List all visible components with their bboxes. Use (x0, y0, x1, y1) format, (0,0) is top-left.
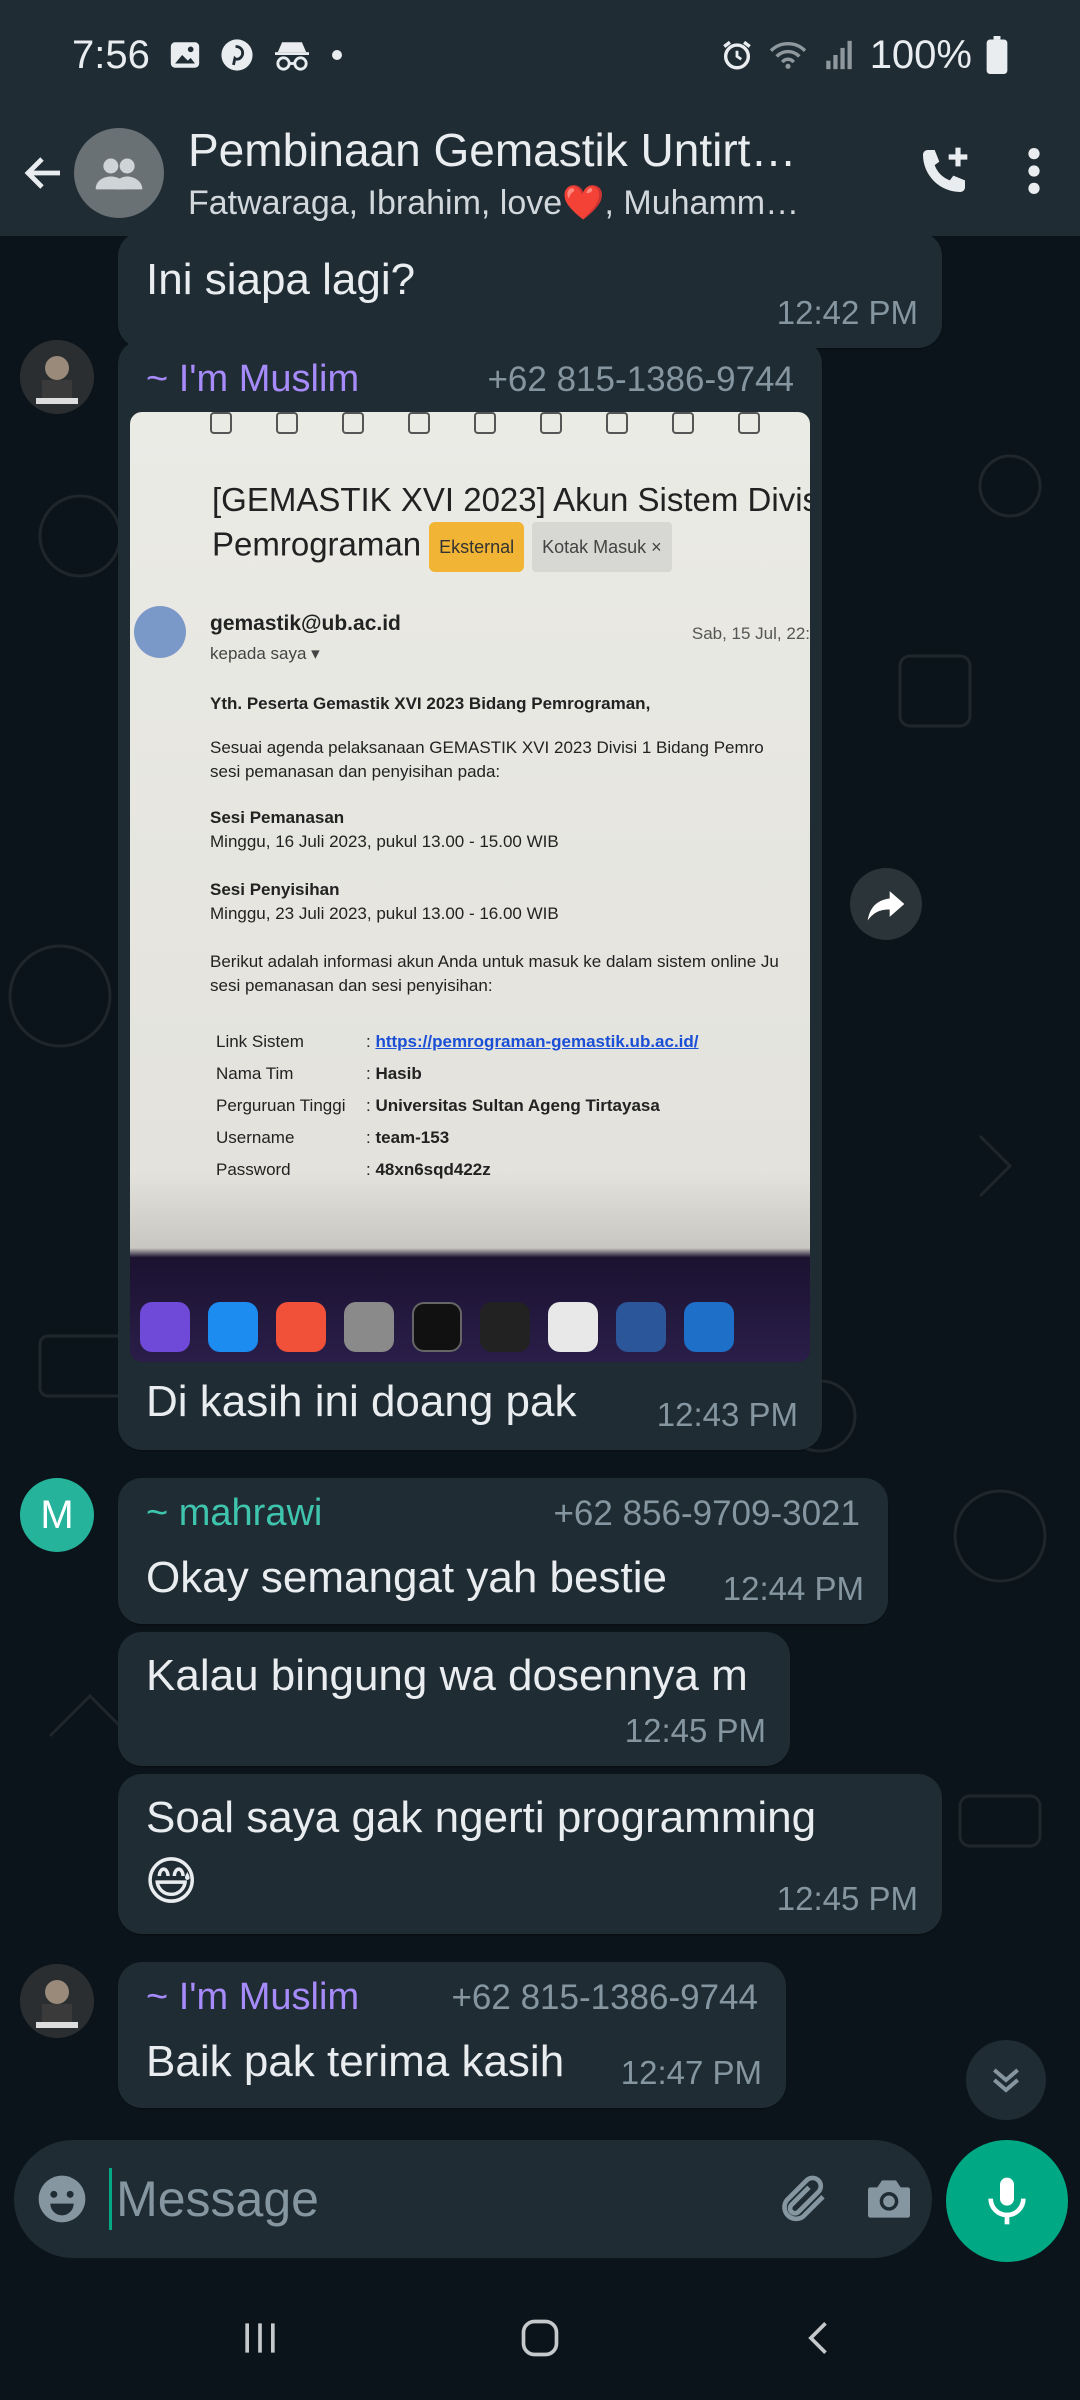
sender-avatar[interactable] (20, 1964, 94, 2038)
system-back-button[interactable] (760, 2288, 880, 2388)
group-title: Pembinaan Gemastik Untirt… (188, 124, 797, 176)
sender-phone: +62 856-9709-3021 (553, 1494, 860, 1533)
image-message-bubble[interactable]: ~ I'm Muslim +62 815-1386-9744 [GEMASTIK… (118, 340, 822, 1450)
message-time: 12:43 PM (656, 1396, 798, 1433)
camera-button[interactable] (846, 2171, 932, 2227)
scroll-to-bottom-button[interactable] (966, 2040, 1046, 2120)
macos-dock (130, 1292, 810, 1362)
message-composer (14, 2140, 932, 2258)
whatsapp-chat-screen: 7:56 100% Pembinaan Gemastik Untirt… Fat… (0, 0, 1080, 2400)
emoji-icon (38, 2175, 85, 2223)
message-text: Di kasih ini doang pak (146, 1377, 577, 1426)
chat-title-block[interactable]: Pembinaan Gemastik Untirt… Fatwaraga, Ib… (188, 123, 828, 223)
email-para2-b: sesi pemanasan dan sesi penyisihan: (210, 976, 493, 995)
profile-photo-icon (20, 340, 94, 414)
battery-percentage: 100% (869, 32, 972, 77)
forward-icon (867, 891, 905, 921)
group-members: Fatwaraga, Ibrahim, love❤️, Muhamm… (188, 184, 800, 222)
add-call-button[interactable] (916, 143, 972, 204)
incognito-icon (272, 38, 312, 72)
attach-button[interactable] (759, 2171, 845, 2227)
sender-name[interactable]: ~ mahrawi (146, 1492, 322, 1535)
message-bubble[interactable]: Soal saya gak ngerti programming 😅 12:45… (118, 1774, 942, 1934)
pinterest-icon (220, 38, 254, 72)
attach-icon (782, 2175, 825, 2222)
profile-photo-icon (20, 1964, 94, 2038)
email-from: gemastik@ub.ac.id (210, 612, 401, 635)
message-text: Okay semangat yah bestie (146, 1553, 667, 1602)
emoji-button[interactable] (14, 2171, 109, 2227)
email-account-table: Link Sistem: https://pemrograman-gemasti… (216, 1032, 699, 1179)
add-call-icon (923, 147, 968, 192)
signal-icon (822, 38, 856, 72)
group-avatar[interactable] (74, 128, 164, 218)
camera-icon (867, 2180, 910, 2218)
message-bubble[interactable]: Kalau bingung wa dosennya m 12:45 PM (118, 1632, 790, 1766)
message-time: 12:45 PM (776, 1880, 918, 1917)
home-button[interactable] (480, 2288, 600, 2388)
sender-avatar[interactable]: M (20, 1478, 94, 1552)
more-options-button[interactable] (1024, 145, 1044, 202)
sender-name[interactable]: ~ I'm Muslim (146, 358, 359, 401)
email-para1-b: sesi pemanasan dan penyisihan pada: (210, 762, 501, 781)
battery-icon (986, 36, 1008, 74)
email-para2-a: Berikut adalah informasi akun Anda untuk… (210, 952, 779, 971)
message-input[interactable] (109, 2168, 760, 2230)
voice-message-button[interactable] (946, 2140, 1068, 2262)
recent-apps-icon (245, 2323, 275, 2353)
system-navigation-bar (0, 2276, 1080, 2400)
sender-name[interactable]: ~ I'm Muslim (146, 1976, 359, 2019)
status-time: 7:56 (72, 32, 150, 77)
email-subject: [GEMASTIK XVI 2023] Akun Sistem Divisi 1… (212, 478, 810, 572)
sender-avatar[interactable] (20, 340, 94, 414)
dot-icon (330, 48, 344, 62)
email-s2-title: Sesi Penyisihan (210, 880, 340, 899)
more-vert-icon (1028, 147, 1040, 194)
message-list[interactable]: Ini siapa lagi? 12:42 PM ~ I'm Muslim +6… (0, 236, 1080, 2140)
email-s1-title: Sesi Pemanasan (210, 808, 345, 827)
message-text: Baik pak terima kasih (146, 2037, 565, 2086)
email-sender-avatar (134, 606, 186, 658)
message-time: 12:47 PM (620, 2054, 762, 2091)
home-icon (521, 2319, 559, 2357)
email-greeting: Yth. Peserta Gemastik XVI 2023 Bidang Pe… (210, 694, 651, 713)
message-bubble[interactable]: ~ I'm Muslim +62 815-1386-9744 Baik pak … (118, 1962, 786, 2108)
group-avatar-icon (95, 158, 143, 190)
back-icon (808, 2322, 827, 2354)
gallery-icon (168, 38, 202, 72)
email-para1-a: Sesuai agenda pelaksanaan GEMASTIK XVI 2… (210, 738, 764, 757)
forward-button[interactable] (850, 868, 922, 940)
email-toolbar-icons (210, 412, 760, 434)
message-text: Kalau bingung wa dosennya m (146, 1651, 748, 1700)
chat-header: Pembinaan Gemastik Untirt… Fatwaraga, Ib… (0, 110, 1080, 236)
email-date: Sab, 15 Jul, 22: (691, 624, 810, 643)
email-to: kepada saya ▾ (210, 644, 320, 663)
status-bar: 7:56 100% (0, 0, 1080, 110)
email-screenshot-image[interactable]: [GEMASTIK XVI 2023] Akun Sistem Divisi 1… (130, 412, 810, 1362)
mic-icon (988, 2177, 1026, 2225)
double-chevron-down-icon (993, 2068, 1019, 2093)
sender-phone: +62 815-1386-9744 (487, 360, 794, 399)
message-time: 12:44 PM (722, 1570, 864, 1607)
email-s2-time: Minggu, 23 Juli 2023, pukul 13.00 - 16.0… (210, 904, 559, 923)
message-text: Ini siapa lagi? (146, 255, 416, 304)
email-s1-time: Minggu, 16 Juli 2023, pukul 13.00 - 15.0… (210, 832, 559, 851)
recent-apps-button[interactable] (200, 2288, 320, 2388)
message-bubble[interactable]: Ini siapa lagi? 12:42 PM (118, 236, 942, 348)
sender-phone: +62 815-1386-9744 (451, 1978, 758, 2017)
message-text: Soal saya gak ngerti programming (146, 1793, 817, 1842)
message-time: 12:45 PM (624, 1712, 766, 1749)
message-time: 12:42 PM (776, 294, 918, 331)
back-arrow-icon (24, 157, 60, 189)
alarm-icon (720, 38, 754, 72)
message-bubble[interactable]: ~ mahrawi +62 856-9709-3021 Okay semanga… (118, 1478, 888, 1624)
wifi-icon (768, 38, 808, 72)
sweat-smile-emoji: 😅 (144, 1853, 199, 1911)
